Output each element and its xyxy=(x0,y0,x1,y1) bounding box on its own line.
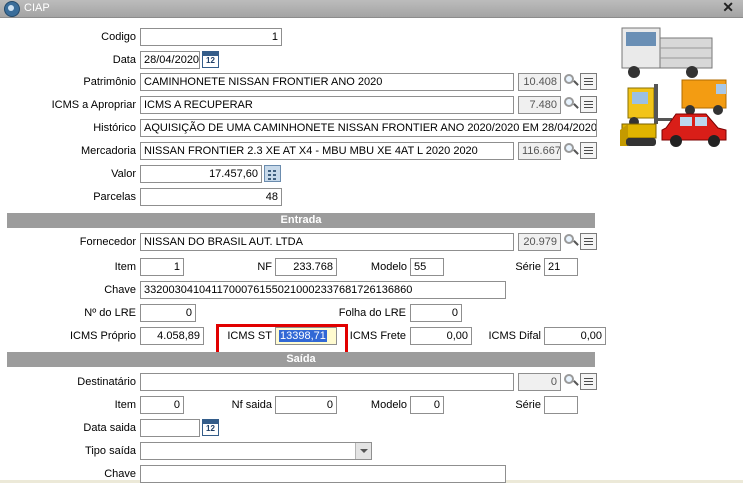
window-title: CIAP xyxy=(24,2,50,14)
parcelas-field[interactable]: 48 xyxy=(140,188,282,206)
saida-item-label: Item xyxy=(114,399,136,411)
data-saida-label: Data saida xyxy=(83,422,136,434)
saida-serie-field[interactable] xyxy=(544,396,578,414)
calendar-icon[interactable]: 12 xyxy=(202,51,219,68)
search-icon[interactable] xyxy=(563,96,580,113)
chave-field[interactable]: 3320030410411700076155021000233768172613… xyxy=(140,281,506,299)
item-label: Item xyxy=(114,261,136,273)
folha-lre-field[interactable]: 0 xyxy=(410,304,462,322)
patrimonio-code[interactable]: 10.408 xyxy=(518,73,561,91)
saida-chave-label: Chave xyxy=(104,468,136,480)
modelo-label: Modelo xyxy=(370,261,407,273)
saida-item-field[interactable]: 0 xyxy=(140,396,184,414)
vehicles-illustration xyxy=(620,27,727,147)
historico-field[interactable]: AQUISIÇÃO DE UMA CAMINHONETE NISSAN FRON… xyxy=(140,119,597,137)
chave-label: Chave xyxy=(104,284,136,296)
ciap-form: Codigo 1 Data 28/04/2020 12 Patrimônio C… xyxy=(0,18,743,483)
search-icon[interactable] xyxy=(563,142,580,159)
mercadoria-label: Mercadoria xyxy=(80,145,136,157)
icms-difal-field[interactable]: 0,00 xyxy=(544,327,606,345)
close-icon[interactable]: ✕ xyxy=(722,0,734,16)
icms-proprio-field[interactable]: 4.058,89 xyxy=(140,327,204,345)
saida-chave-field[interactable] xyxy=(140,465,506,483)
icms-difal-label: ICMS Difal xyxy=(488,330,541,342)
list-icon[interactable] xyxy=(580,233,597,250)
codigo-field[interactable]: 1 xyxy=(140,28,282,46)
title-bar: CIAP ✕ xyxy=(0,0,743,18)
serie-label: Série xyxy=(515,261,541,273)
serie-field[interactable]: 21 xyxy=(544,258,578,276)
nf-saida-label: Nf saida xyxy=(231,399,272,411)
data-saida-field[interactable] xyxy=(140,419,200,437)
mercadoria-code[interactable]: 116.667 xyxy=(518,142,561,160)
calendar-icon[interactable]: 12 xyxy=(202,419,219,436)
historico-label: Histórico xyxy=(93,122,136,134)
icms-frete-label: ICMS Frete xyxy=(349,330,406,342)
mercadoria-field[interactable]: NISSAN FRONTIER 2.3 XE AT X4 - MBU MBU X… xyxy=(140,142,514,160)
chevron-down-icon[interactable] xyxy=(355,443,371,459)
list-icon[interactable] xyxy=(580,373,597,390)
patrimonio-field[interactable]: CAMINHONETE NISSAN FRONTIER ANO 2020 xyxy=(140,73,514,91)
icms-apropriar-label: ICMS a Apropriar xyxy=(51,99,136,111)
search-icon[interactable] xyxy=(563,373,580,390)
fornecedor-field[interactable]: NISSAN DO BRASIL AUT. LTDA xyxy=(140,233,514,251)
valor-label: Valor xyxy=(111,168,136,180)
fornecedor-label: Fornecedor xyxy=(79,236,136,248)
entrada-section-header: Entrada xyxy=(7,213,595,228)
fornecedor-code[interactable]: 20.979 xyxy=(518,233,561,251)
tipo-saida-select[interactable] xyxy=(140,442,372,460)
destinatario-field[interactable] xyxy=(140,373,514,391)
app-icon xyxy=(4,1,20,17)
folha-lre-label: Folha do LRE xyxy=(338,307,406,319)
nf-saida-field[interactable]: 0 xyxy=(275,396,337,414)
no-lre-label: Nº do LRE xyxy=(84,307,136,319)
data-label: Data xyxy=(112,54,136,66)
valor-field[interactable]: 17.457,60 xyxy=(140,165,262,183)
patrimonio-label: Patrimônio xyxy=(83,76,136,88)
saida-section-header: Saída xyxy=(7,352,595,367)
nf-field[interactable]: 233.768 xyxy=(275,258,337,276)
list-icon[interactable] xyxy=(580,96,597,113)
truck-icon xyxy=(621,27,713,78)
saida-modelo-field[interactable]: 0 xyxy=(410,396,444,414)
search-icon[interactable] xyxy=(563,233,580,250)
orange-truck-icon xyxy=(681,79,727,115)
search-icon[interactable] xyxy=(563,73,580,90)
list-icon[interactable] xyxy=(580,142,597,159)
no-lre-field[interactable]: 0 xyxy=(140,304,196,322)
calculator-icon[interactable] xyxy=(264,165,281,182)
icms-frete-field[interactable]: 0,00 xyxy=(410,327,472,345)
bulldozer-icon xyxy=(620,123,657,146)
nf-label: NF xyxy=(257,261,272,273)
icms-apropriar-code[interactable]: 7.480 xyxy=(518,96,561,114)
icms-apropriar-field[interactable]: ICMS A RECUPERAR xyxy=(140,96,514,114)
data-field[interactable]: 28/04/2020 xyxy=(140,51,200,69)
list-icon[interactable] xyxy=(580,73,597,90)
tipo-saida-label: Tipo saída xyxy=(85,445,136,457)
icms-proprio-label: ICMS Próprio xyxy=(69,330,136,342)
saida-modelo-label: Modelo xyxy=(370,399,407,411)
codigo-label: Codigo xyxy=(101,31,136,43)
item-field[interactable]: 1 xyxy=(140,258,184,276)
destinatario-code[interactable]: 0 xyxy=(518,373,561,391)
destinatario-label: Destinatário xyxy=(77,376,136,388)
parcelas-label: Parcelas xyxy=(93,191,136,203)
forklift-icon xyxy=(627,84,672,127)
saida-serie-label: Série xyxy=(515,399,541,411)
modelo-field[interactable]: 55 xyxy=(410,258,444,276)
